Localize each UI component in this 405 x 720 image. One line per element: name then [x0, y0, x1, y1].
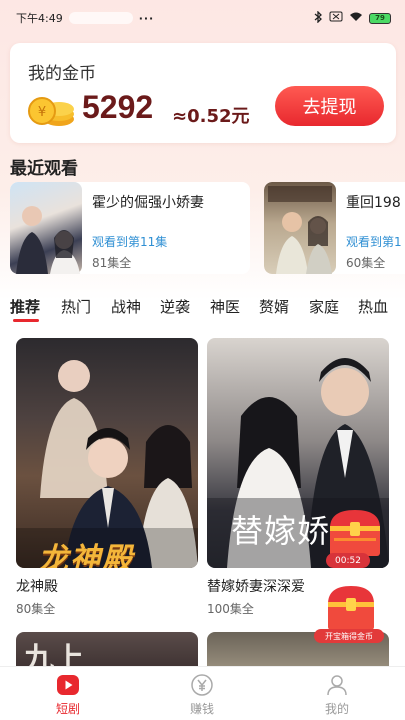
coin-stack-icon: ¥ — [27, 95, 77, 127]
bottom-tab-bar: 短剧 赚钱 我的 — [0, 666, 405, 720]
drama-card[interactable]: 替嫁娇 替嫁娇妻深深爱 100集全 — [207, 338, 389, 617]
recent-item-name: 重回198 — [346, 195, 401, 211]
tab-bar-item-drama[interactable]: 短剧 — [28, 673, 108, 717]
tab-counterattack[interactable]: 逆袭 — [160, 296, 190, 317]
play-icon — [56, 673, 80, 697]
drama-title: 龙神殿 — [16, 579, 58, 595]
status-bar: 下午4:49 ··· 79 — [0, 0, 405, 36]
tab-bar-item-earn[interactable]: 赚钱 — [162, 673, 242, 717]
tab-passion[interactable]: 热血 — [358, 296, 388, 317]
tab-family[interactable]: 家庭 — [309, 296, 339, 317]
svg-text:¥: ¥ — [38, 105, 46, 120]
bluetooth-icon — [313, 9, 323, 26]
recent-item-progress: 观看到第1 — [346, 235, 402, 249]
status-icons: 79 — [313, 9, 391, 26]
drama-poster: 龙神殿 — [16, 338, 198, 568]
drama-episodes: 80集全 — [16, 602, 56, 616]
tab-bar-label: 短剧 — [55, 702, 80, 716]
tab-doctor[interactable]: 神医 — [210, 296, 240, 317]
chest-reward-label: 开宝箱得金币 — [314, 629, 384, 643]
recent-item-episodes: 81集全 — [92, 256, 132, 270]
wifi-icon — [349, 11, 363, 25]
tab-hot[interactable]: 热门 — [61, 296, 91, 317]
sim-off-icon — [329, 11, 343, 25]
yuan-icon — [190, 673, 214, 697]
coin-rmb-value: ≈0.52元 — [172, 106, 250, 127]
tab-bar-label: 我的 — [324, 702, 349, 716]
tab-recommend[interactable]: 推荐 — [10, 296, 40, 317]
poster-title-art: 替嫁娇 — [231, 512, 331, 550]
tab-war-god[interactable]: 战神 — [111, 296, 141, 317]
chest-timer: 00:52 — [326, 553, 370, 568]
tab-son-in-law[interactable]: 赘婿 — [259, 296, 289, 317]
battery-icon: 79 — [369, 12, 391, 24]
coin-title: 我的金币 — [28, 64, 96, 84]
status-time: 下午4:49 — [16, 12, 63, 25]
recent-section-title: 最近观看 — [10, 159, 78, 179]
recent-item-progress: 观看到第11集 — [92, 235, 168, 249]
recent-item[interactable]: 重回198 观看到第1 60集全 — [264, 182, 405, 274]
tab-bar-item-mine[interactable]: 我的 — [297, 673, 377, 717]
recent-thumbnail — [264, 182, 336, 274]
drama-card[interactable]: 龙神殿 龙神殿 80集全 — [16, 338, 198, 617]
status-dots: ··· — [138, 11, 155, 25]
poster-title-art: 龙神殿 — [38, 542, 134, 568]
status-pill — [68, 12, 133, 24]
recent-item[interactable]: 霍少的倔强小娇妻 观看到第11集 81集全 — [10, 182, 250, 274]
coin-card: 我的金币 ¥ 5292 ≈0.52元 去提现 — [10, 43, 396, 143]
coin-amount: 5292 — [82, 89, 154, 125]
recent-item-name: 霍少的倔强小娇妻 — [92, 195, 204, 211]
withdraw-button[interactable]: 去提现 — [275, 86, 384, 126]
category-tabs: 推荐 热门 战神 逆袭 神医 赘婿 家庭 热血 — [0, 296, 405, 326]
active-tab-indicator — [13, 319, 39, 322]
recent-thumbnail — [10, 182, 82, 274]
user-icon — [325, 673, 349, 697]
tab-bar-label: 赚钱 — [189, 702, 214, 716]
recent-item-episodes: 60集全 — [346, 256, 386, 270]
